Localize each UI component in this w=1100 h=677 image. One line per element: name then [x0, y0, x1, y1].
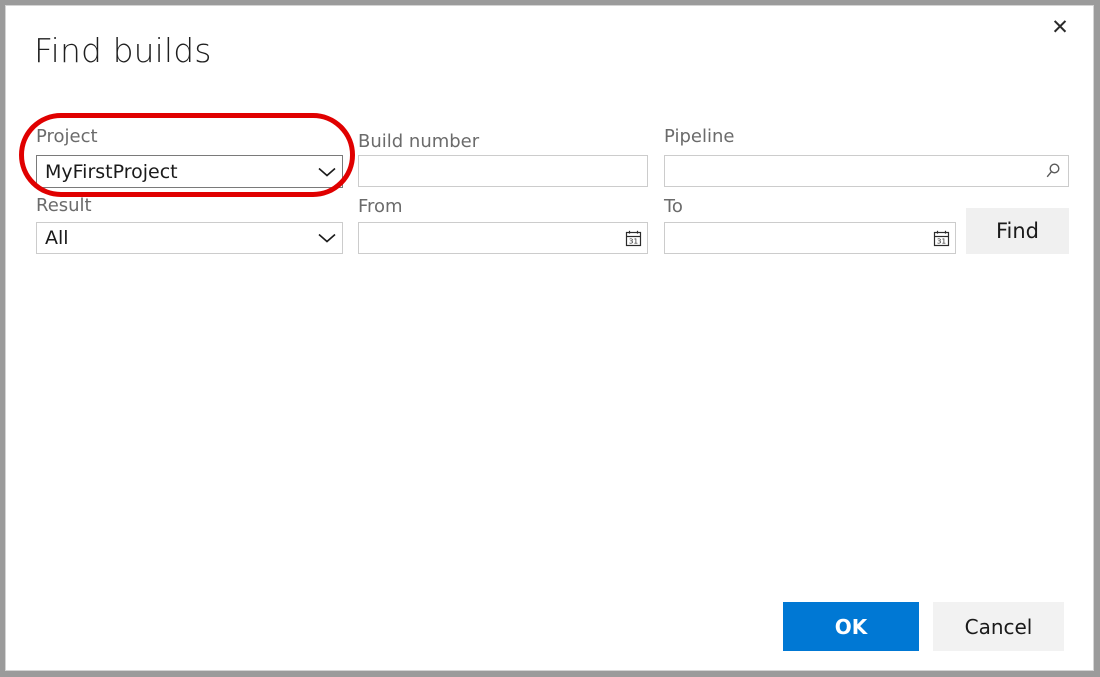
- cancel-button[interactable]: Cancel: [933, 602, 1064, 651]
- from-input[interactable]: [359, 222, 619, 254]
- to-label: To: [664, 196, 683, 217]
- build-number-field[interactable]: [358, 155, 648, 187]
- project-field[interactable]: MyFirstProject: [36, 155, 343, 188]
- build-number-label: Build number: [358, 131, 479, 152]
- from-field[interactable]: 31: [358, 222, 648, 254]
- ok-button[interactable]: OK: [783, 602, 919, 651]
- calendar-icon[interactable]: 31: [927, 223, 955, 253]
- search-filters-form: Project MyFirstProject Build number Pipe…: [6, 6, 1093, 670]
- to-field[interactable]: 31: [664, 222, 956, 254]
- from-label: From: [358, 196, 403, 217]
- result-label: Result: [36, 195, 92, 216]
- to-input[interactable]: [665, 222, 927, 254]
- pipeline-field[interactable]: [664, 155, 1069, 187]
- result-value: All: [37, 227, 312, 249]
- calendar-icon[interactable]: 31: [619, 223, 647, 253]
- find-button[interactable]: Find: [966, 208, 1069, 254]
- pipeline-input[interactable]: [665, 155, 1038, 187]
- result-field[interactable]: All: [36, 222, 343, 254]
- project-value: MyFirstProject: [37, 161, 312, 183]
- search-icon[interactable]: [1038, 156, 1068, 186]
- chevron-down-icon[interactable]: [312, 156, 342, 187]
- svg-text:31: 31: [628, 236, 637, 245]
- project-label: Project: [36, 126, 98, 147]
- build-number-input[interactable]: [359, 155, 647, 187]
- find-builds-dialog: ✕ Find builds Project MyFirstProject Bui…: [5, 5, 1094, 671]
- chevron-down-icon[interactable]: [312, 223, 342, 253]
- svg-text:31: 31: [936, 236, 945, 245]
- pipeline-label: Pipeline: [664, 126, 734, 147]
